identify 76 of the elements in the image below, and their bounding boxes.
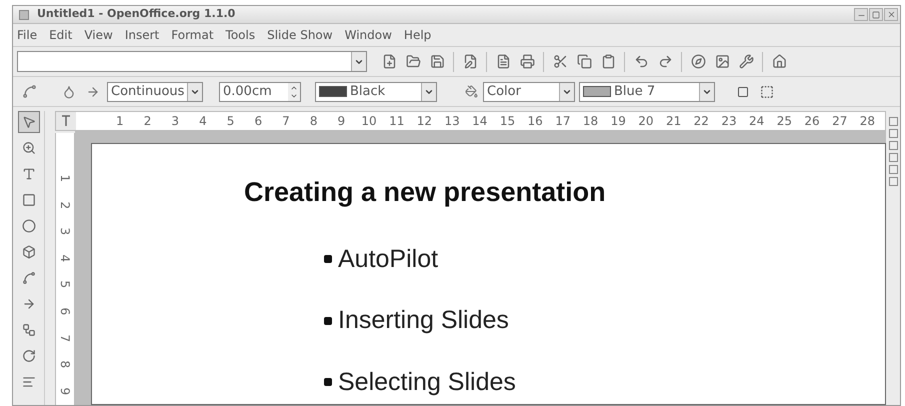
ruler-number: 5	[226, 113, 236, 130]
line-style-dropdown[interactable]: Continuous	[107, 82, 203, 102]
ruler-number: 24	[748, 113, 766, 130]
ruler-number: 1	[57, 174, 73, 182]
ruler-number: 13	[443, 113, 461, 130]
menu-item[interactable]: Tools	[226, 26, 256, 44]
bullet-text: Inserting Slides	[338, 305, 509, 336]
ruler-number: 4	[198, 113, 208, 130]
ruler-number: 26	[803, 113, 821, 130]
ruler-number: 27	[831, 113, 848, 130]
area-fill-dropdown[interactable]: Blue 7	[579, 82, 715, 102]
ruler-number: 2	[57, 201, 73, 209]
bullet-text: Selecting Slides	[338, 366, 516, 398]
ruler-number: 9	[57, 387, 73, 395]
menu-item[interactable]: View	[84, 26, 113, 44]
ruler-number: 12	[416, 113, 434, 130]
ruler-number: 19	[610, 113, 627, 130]
ruler-number: 9	[336, 113, 346, 130]
line-color-dropdown[interactable]: Black	[315, 82, 437, 102]
color-swatch	[319, 86, 347, 97]
ruler-number: 5	[57, 280, 73, 288]
ruler-number: 4	[57, 254, 73, 262]
menu-item[interactable]: Insert	[124, 26, 160, 44]
dropdown-button[interactable]	[559, 82, 574, 100]
window-icon	[19, 10, 29, 20]
ruler-number: 17	[554, 113, 572, 130]
ruler-number: 23	[720, 113, 738, 130]
color-swatch	[583, 86, 611, 97]
ruler-number: 15	[498, 113, 516, 130]
ruler-number: 14	[471, 113, 488, 130]
ruler-number: 10	[360, 113, 378, 130]
close-button[interactable]	[884, 8, 898, 21]
ruler-number: 2	[142, 113, 152, 130]
area-style-dropdown[interactable]: Color	[483, 82, 575, 102]
dropdown-button[interactable]	[421, 82, 436, 100]
menu-item[interactable]: Slide Show	[267, 26, 333, 44]
ruler-number: 6	[57, 307, 73, 316]
ruler-number: 18	[582, 113, 600, 130]
ruler-number: 25	[776, 113, 793, 130]
close-icon	[886, 10, 896, 19]
tab-stop-icon[interactable]	[56, 112, 76, 130]
ruler-number: 8	[57, 360, 73, 368]
bullet-icon	[324, 316, 332, 325]
minimize-button[interactable]	[854, 8, 868, 21]
ruler-number: 1	[115, 113, 125, 130]
ruler-number: 28	[858, 113, 876, 130]
ruler-number: 11	[388, 113, 406, 130]
ruler-number: 16	[526, 113, 544, 130]
slide-title: Creating a new presentation	[244, 176, 607, 209]
bullet-icon	[324, 378, 332, 386]
ruler-number: 7	[281, 113, 291, 130]
menu-item[interactable]: Window	[344, 26, 392, 44]
pointer-icon[interactable]	[18, 111, 40, 133]
ruler-number: 20	[637, 113, 655, 130]
dropdown-button[interactable]	[351, 52, 366, 71]
ruler-number: 21	[664, 113, 682, 130]
ruler-number: 8	[308, 113, 318, 130]
maximize-button[interactable]	[869, 8, 883, 21]
dropdown-button[interactable]	[699, 82, 714, 100]
bullet-text: AutoPilot	[338, 244, 438, 274]
menu-item[interactable]: Help	[404, 26, 432, 44]
menu-item[interactable]: File	[17, 26, 38, 44]
ruler-number: 22	[692, 113, 710, 130]
maximize-icon	[872, 10, 880, 18]
dropdown-button[interactable]	[187, 82, 202, 100]
ruler-number: 6	[253, 113, 264, 130]
ruler-number: 7	[57, 334, 73, 342]
line-width-field[interactable]: 0.00cm	[219, 82, 301, 102]
window-title: Untitled1 - OpenOffice.org 1.1.0	[37, 6, 236, 22]
ruler-number: 3	[57, 228, 73, 236]
menu-item[interactable]: Format	[171, 26, 214, 44]
ruler-number: 3	[170, 113, 180, 130]
spin-button[interactable]	[288, 82, 300, 100]
bullet-icon	[324, 255, 332, 264]
url-field[interactable]	[17, 51, 367, 72]
menu-item[interactable]: Edit	[49, 26, 72, 44]
